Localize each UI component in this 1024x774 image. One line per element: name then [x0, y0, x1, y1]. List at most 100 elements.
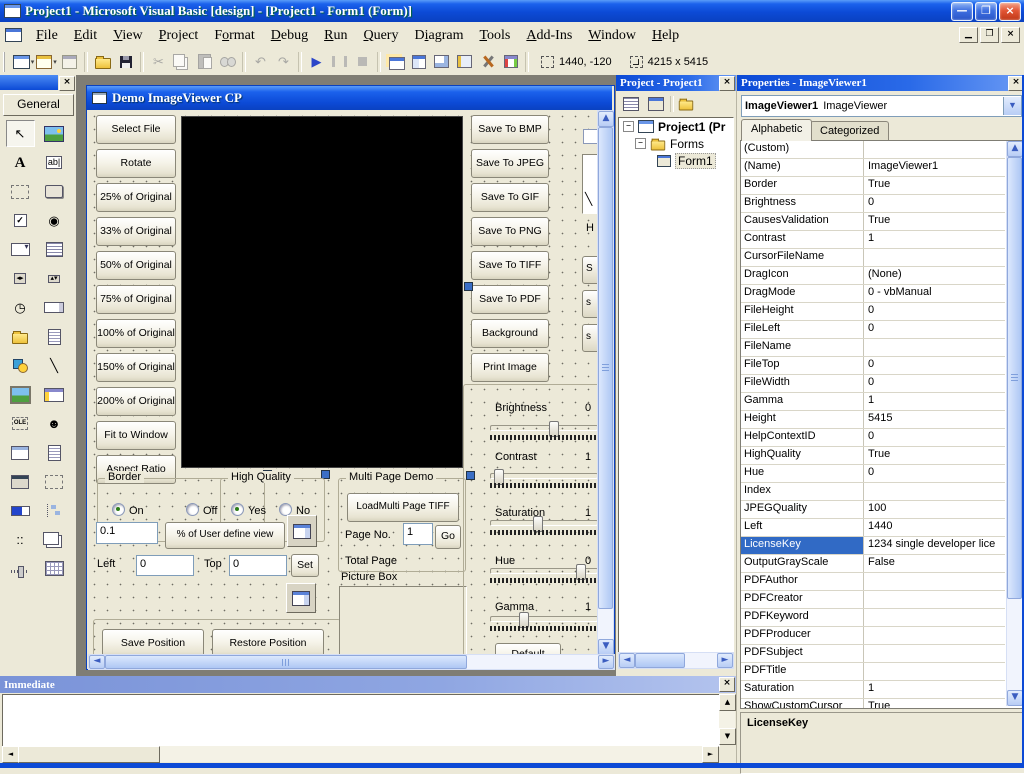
- set-button[interactable]: Set: [291, 554, 319, 577]
- dropdown-arrow-icon[interactable]: ▼: [1003, 97, 1021, 115]
- property-row-pdfsubject[interactable]: PDFSubject: [741, 645, 1005, 663]
- tool-vscrollbar[interactable]: ▴▾: [41, 266, 68, 291]
- save-to-bmp-button[interactable]: Save To BMP: [471, 115, 549, 144]
- tool-list-box[interactable]: [41, 237, 68, 262]
- quality-yes-radio[interactable]: Yes: [231, 503, 266, 517]
- data-view-window-button[interactable]: [499, 51, 522, 73]
- hue-slider-track[interactable]: [490, 568, 597, 574]
- top-input[interactable]: 0: [229, 555, 287, 576]
- property-row-name[interactable]: (Name)ImageViewer1: [741, 159, 1005, 177]
- gamma-slider-track[interactable]: [490, 616, 597, 622]
- fit-to-window-button[interactable]: Fit to Window: [96, 421, 176, 450]
- close-button[interactable]: ×: [999, 2, 1021, 21]
- save-project-group-button[interactable]: [114, 51, 137, 73]
- position-icon-button[interactable]: [286, 583, 316, 613]
- toolbox-close-icon[interactable]: ×: [59, 76, 75, 91]
- toolbox-tab-general[interactable]: General: [3, 94, 74, 116]
- 100-of-original-button[interactable]: 100% of Original: [96, 319, 176, 348]
- page-no-input[interactable]: 1: [403, 523, 433, 545]
- property-row-custom[interactable]: (Custom): [741, 141, 1005, 159]
- mdi-minimize-button[interactable]: ▁: [959, 27, 978, 43]
- restore-position-button[interactable]: Restore Position: [212, 629, 324, 654]
- menu-format[interactable]: Format: [206, 23, 262, 48]
- scroll-right-icon[interactable]: ►: [702, 746, 719, 763]
- project-explorer-button[interactable]: [384, 51, 407, 73]
- menu-edit[interactable]: Edit: [66, 23, 105, 48]
- tool-pointer[interactable]: ↖: [6, 120, 35, 147]
- scroll-up-icon[interactable]: ▲: [1007, 141, 1023, 157]
- property-row-brightness[interactable]: Brightness0: [741, 195, 1005, 213]
- project-explorer-title-bar[interactable]: Project - Project1 ×: [616, 75, 736, 91]
- tool-treeview-control[interactable]: [41, 498, 68, 523]
- menu-debug[interactable]: Debug: [263, 23, 316, 48]
- form-title-bar[interactable]: Demo ImageViewer CP: [87, 86, 612, 110]
- border-on-radio[interactable]: On: [112, 503, 144, 517]
- user-define-view-button[interactable]: % of User define view: [165, 522, 285, 549]
- save-to-pdf-button[interactable]: Save To PDF: [471, 285, 549, 314]
- property-row-pdftitle[interactable]: PDFTitle: [741, 663, 1005, 681]
- tool-slider-control[interactable]: [7, 556, 34, 581]
- toolbar-grip[interactable]: [3, 52, 8, 72]
- properties-vscrollbar[interactable]: ▲ ▼: [1006, 141, 1023, 706]
- immediate-vscrollbar[interactable]: ▲ ▼: [719, 694, 735, 745]
- menu-project[interactable]: Project: [151, 23, 207, 48]
- view-mode-icon-button[interactable]: [287, 515, 317, 547]
- immediate-close-icon[interactable]: ×: [719, 677, 735, 692]
- menu-tools[interactable]: Tools: [471, 23, 518, 48]
- save-to-png-button[interactable]: Save To PNG: [471, 217, 549, 246]
- load-multipage-tiff-button[interactable]: LoadMulti Page TIFF: [347, 493, 459, 522]
- tool-option-grid-control[interactable]: ::: [7, 527, 34, 552]
- tree-item-project[interactable]: − Project1 (Pr: [619, 118, 733, 135]
- scroll-left-icon[interactable]: ◄: [2, 746, 19, 763]
- scroll-down-icon[interactable]: ▼: [598, 639, 614, 655]
- background-color-button[interactable]: Background Color: [471, 319, 549, 348]
- property-row-pdfkeyword[interactable]: PDFKeyword: [741, 609, 1005, 627]
- menu-window[interactable]: Window: [580, 23, 644, 48]
- restore-button[interactable]: ❐: [975, 2, 997, 21]
- tool-form-control[interactable]: [41, 469, 68, 494]
- tool-frame[interactable]: [7, 179, 34, 204]
- collapse-icon[interactable]: −: [635, 138, 646, 149]
- vscroll-thumb[interactable]: [598, 127, 613, 609]
- tool-command-button[interactable]: [41, 179, 68, 204]
- border-off-radio[interactable]: Off: [186, 503, 217, 517]
- immediate-hscrollbar[interactable]: ◄ ►: [2, 746, 719, 762]
- property-row-filetop[interactable]: FileTop0: [741, 357, 1005, 375]
- tool-option-button[interactable]: ◉: [41, 208, 68, 233]
- tool-line[interactable]: ╲: [41, 353, 68, 378]
- menu-diagram[interactable]: Diagram: [406, 23, 471, 48]
- menu-view[interactable]: View: [105, 23, 151, 48]
- scroll-right-icon[interactable]: ►: [598, 655, 614, 669]
- property-row-outputgrayscale[interactable]: OutputGrayScaleFalse: [741, 555, 1005, 573]
- scroll-left-icon[interactable]: ◄: [619, 653, 635, 668]
- tool-combo-box[interactable]: [7, 237, 34, 262]
- property-row-height[interactable]: Height5415: [741, 411, 1005, 429]
- tree-item-form1[interactable]: Form1: [619, 152, 733, 169]
- tree-item-forms[interactable]: − Forms: [619, 135, 733, 152]
- property-row-jpegquality[interactable]: JPEGQuality100: [741, 501, 1005, 519]
- view-object-button[interactable]: [645, 94, 667, 114]
- 33-of-original-button[interactable]: 33% of Original: [96, 217, 176, 246]
- hscroll-thumb[interactable]: [18, 746, 160, 763]
- scroll-right-icon[interactable]: ►: [717, 653, 733, 668]
- tool-timer[interactable]: ◷: [7, 295, 34, 320]
- scroll-left-icon[interactable]: ◄: [89, 655, 105, 669]
- menu-run[interactable]: Run: [316, 23, 355, 48]
- tool-label[interactable]: A: [7, 150, 34, 175]
- left-input[interactable]: 0: [136, 555, 194, 576]
- save-position-button[interactable]: Save Position: [102, 629, 204, 654]
- immediate-content[interactable]: [2, 694, 720, 747]
- scroll-up-icon[interactable]: ▲: [598, 111, 614, 127]
- tool-drive-list-box[interactable]: [41, 295, 68, 320]
- vscroll-thumb[interactable]: [1007, 157, 1022, 599]
- tab-alphabetic[interactable]: Alphabetic: [741, 119, 812, 141]
- minimize-button[interactable]: —: [951, 2, 973, 21]
- property-row-filewidth[interactable]: FileWidth0: [741, 375, 1005, 393]
- property-row-fileheight[interactable]: FileHeight0: [741, 303, 1005, 321]
- brightness-slider-track[interactable]: [490, 425, 597, 431]
- property-row-cursorfilename[interactable]: CursorFileName: [741, 249, 1005, 267]
- toggle-folders-button[interactable]: [677, 94, 699, 114]
- immediate-title-bar[interactable]: Immediate ×: [0, 676, 736, 693]
- property-row-pdfauthor[interactable]: PDFAuthor: [741, 573, 1005, 591]
- tool-flexgrid-control[interactable]: [41, 556, 68, 581]
